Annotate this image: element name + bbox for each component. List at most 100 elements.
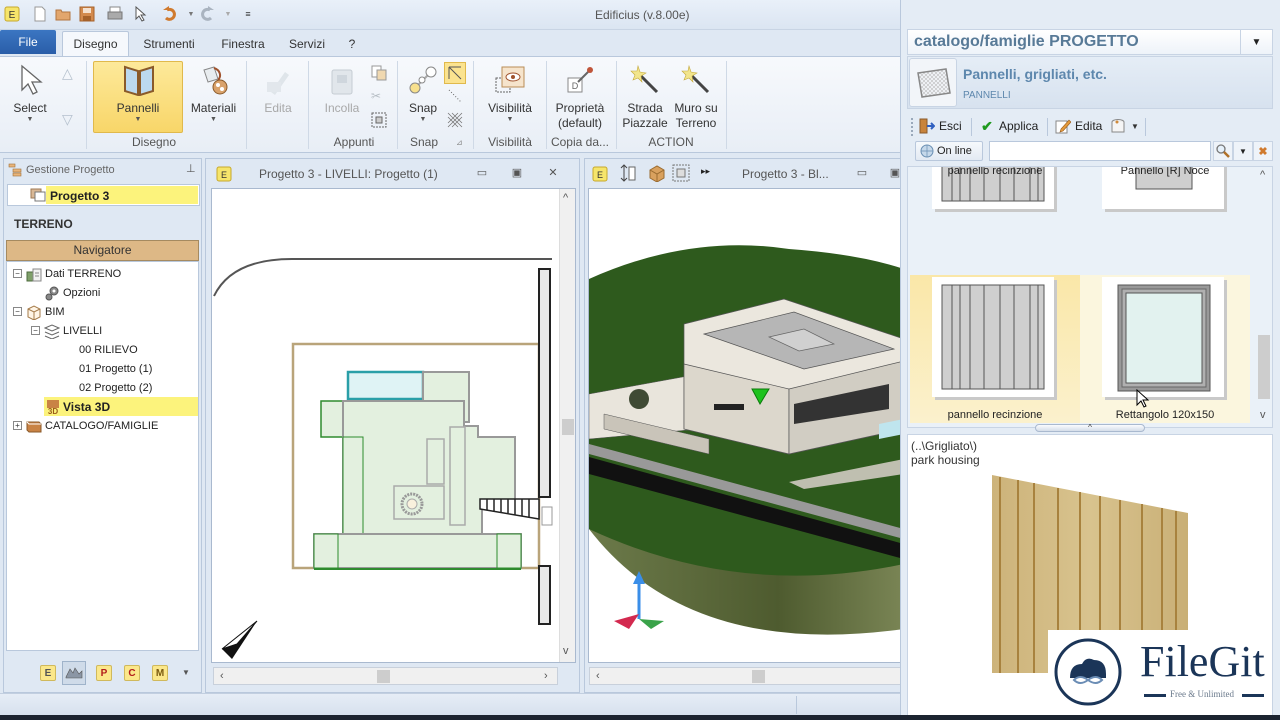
splitter-handle[interactable]: ^: [1035, 424, 1145, 432]
catalog-vertical-scrollbar[interactable]: ^ v: [1256, 167, 1272, 427]
tab-file[interactable]: File: [0, 30, 56, 54]
undo-dropdown-icon[interactable]: ▼: [183, 6, 199, 22]
catalog-selector[interactable]: catalogo/famiglie PROGETTO ▼: [907, 29, 1273, 55]
visibilita-button[interactable]: Visibilità ▼: [480, 63, 540, 124]
pannelli-button[interactable]: Pannelli ▼: [93, 63, 183, 124]
maximize-icon[interactable]: ▣: [509, 165, 525, 179]
3d-canvas[interactable]: [588, 188, 903, 663]
expand-icon[interactable]: +: [13, 421, 22, 430]
plan-canvas[interactable]: ^ v: [211, 188, 576, 663]
terrain-button[interactable]: [62, 661, 86, 685]
tree-item[interactable]: 01 Progetto (1): [79, 359, 152, 378]
snap-button[interactable]: Snap ▼: [402, 63, 444, 124]
pointer-icon[interactable]: [133, 6, 149, 22]
clear-search-icon[interactable]: ✖: [1253, 141, 1273, 161]
dropdown-caret[interactable]: ▼: [1131, 122, 1139, 131]
catalog-item[interactable]: pannello recinzione: [910, 167, 1080, 237]
scroll-down-icon[interactable]: v: [563, 645, 569, 657]
muro-su-terreno-button[interactable]: Muro su Terreno: [671, 63, 721, 131]
c-button[interactable]: C: [124, 665, 140, 681]
select-button[interactable]: Select ▼: [8, 63, 52, 124]
redo-icon[interactable]: [199, 6, 215, 22]
tree-item[interactable]: − Dati TERRENO: [13, 264, 121, 283]
edita-button[interactable]: Edita: [254, 63, 302, 116]
close-icon[interactable]: ✕: [545, 165, 561, 179]
catalog-item[interactable]: Pannello [R] Noce: [1080, 167, 1250, 237]
collapse-icon[interactable]: −: [31, 326, 40, 335]
dialog-launcher-icon[interactable]: ⊿: [456, 138, 463, 147]
new-file-icon[interactable]: [32, 6, 48, 22]
project-selector[interactable]: Progetto 3: [7, 184, 200, 206]
tree-item[interactable]: 02 Progetto (2): [79, 378, 152, 397]
vertical-scrollbar[interactable]: ^ v: [559, 189, 575, 662]
toolbar-grip[interactable]: [911, 118, 913, 136]
app-logo-icon[interactable]: E: [4, 6, 20, 22]
scrollbar-thumb[interactable]: [377, 670, 390, 683]
save-icon[interactable]: [79, 6, 95, 22]
scrollbar-thumb[interactable]: [752, 670, 765, 683]
3d-box-icon[interactable]: [648, 164, 666, 185]
catalog-search-input[interactable]: [989, 141, 1211, 161]
minimize-icon[interactable]: ▭: [854, 165, 870, 179]
catalog-item[interactable]: Rettangolo 120x150: [1080, 275, 1250, 423]
applica-button[interactable]: ✔ Applica: [979, 118, 1038, 134]
tree-item[interactable]: Opzioni: [44, 283, 100, 302]
e-button[interactable]: E: [40, 665, 56, 681]
more-tools-icon[interactable]: ▸▸: [701, 166, 710, 177]
scroll-left-icon[interactable]: ‹: [220, 670, 224, 682]
arrow-up-icon[interactable]: △: [62, 65, 73, 82]
m-button[interactable]: M: [152, 665, 168, 681]
horizontal-scrollbar[interactable]: ‹ ›: [213, 667, 558, 685]
chevron-down-icon[interactable]: ▼: [1240, 30, 1272, 54]
horizontal-scrollbar[interactable]: ‹: [589, 667, 903, 685]
pin-icon[interactable]: ⊥: [186, 162, 196, 175]
tab-strumenti[interactable]: Strumenti: [135, 31, 203, 56]
tree-item[interactable]: 3D Vista 3D: [44, 397, 198, 416]
tab-disegno[interactable]: Disegno: [62, 31, 129, 56]
tab-finestra[interactable]: Finestra: [212, 31, 274, 56]
scroll-left-icon[interactable]: ‹: [596, 670, 600, 682]
open-folder-icon[interactable]: [55, 6, 71, 22]
redo-dropdown-icon[interactable]: ▼: [220, 6, 236, 22]
navigator-header[interactable]: Navigatore: [6, 240, 199, 261]
tree-item[interactable]: − BIM: [13, 302, 65, 321]
more-dropdown-icon[interactable]: ▼: [182, 668, 190, 677]
catalog-view-icon[interactable]: [1109, 118, 1127, 139]
search-options-dropdown-icon[interactable]: ▼: [1233, 141, 1253, 161]
collapse-icon[interactable]: −: [13, 269, 22, 278]
p-button[interactable]: P: [96, 665, 112, 681]
snap-diagonal-icon[interactable]: [447, 88, 463, 107]
strada-piazzale-button[interactable]: Strada Piazzale: [621, 63, 669, 131]
collapse-icon[interactable]: −: [13, 307, 22, 316]
height-icon[interactable]: [620, 164, 636, 185]
snap-ortho-icon[interactable]: [444, 62, 466, 84]
tree-item[interactable]: 00 RILIEVO: [79, 340, 138, 359]
3d-wireframe-icon[interactable]: [672, 164, 690, 185]
proprieta-default-button[interactable]: D Proprietà (default): [551, 63, 609, 131]
scroll-up-icon[interactable]: ^: [563, 192, 568, 204]
search-icon[interactable]: [1213, 141, 1233, 161]
customize-toolbar-icon[interactable]: ≡: [240, 6, 256, 22]
cut-icon[interactable]: ✂: [371, 89, 381, 103]
esci-button[interactable]: Esci: [919, 118, 962, 134]
scrollbar-thumb[interactable]: [562, 419, 574, 435]
tree-item[interactable]: + CATALOGO/FAMIGLIE: [13, 416, 158, 435]
tab-help[interactable]: ?: [340, 31, 364, 56]
arrow-down-icon[interactable]: ▽: [62, 111, 73, 128]
copy-icon[interactable]: [371, 65, 387, 84]
online-button[interactable]: On line: [915, 141, 983, 161]
edita-button[interactable]: Edita: [1055, 118, 1102, 134]
tree-item[interactable]: − LIVELLI: [31, 321, 102, 340]
paste-special-icon[interactable]: [371, 112, 387, 131]
scrollbar-thumb[interactable]: [1258, 335, 1270, 399]
materiali-button[interactable]: Materiali ▼: [186, 63, 241, 124]
scroll-right-icon[interactable]: ›: [544, 670, 548, 682]
snap-grid-icon[interactable]: [447, 112, 463, 131]
catalog-item[interactable]: pannello recinzione: [910, 275, 1080, 423]
undo-icon[interactable]: [162, 6, 178, 22]
minimize-icon[interactable]: ▭: [474, 165, 490, 179]
print-icon[interactable]: [107, 6, 123, 22]
scroll-up-icon[interactable]: ^: [1260, 169, 1265, 181]
incolla-button[interactable]: Incolla: [316, 63, 368, 116]
scroll-down-icon[interactable]: v: [1260, 409, 1266, 421]
